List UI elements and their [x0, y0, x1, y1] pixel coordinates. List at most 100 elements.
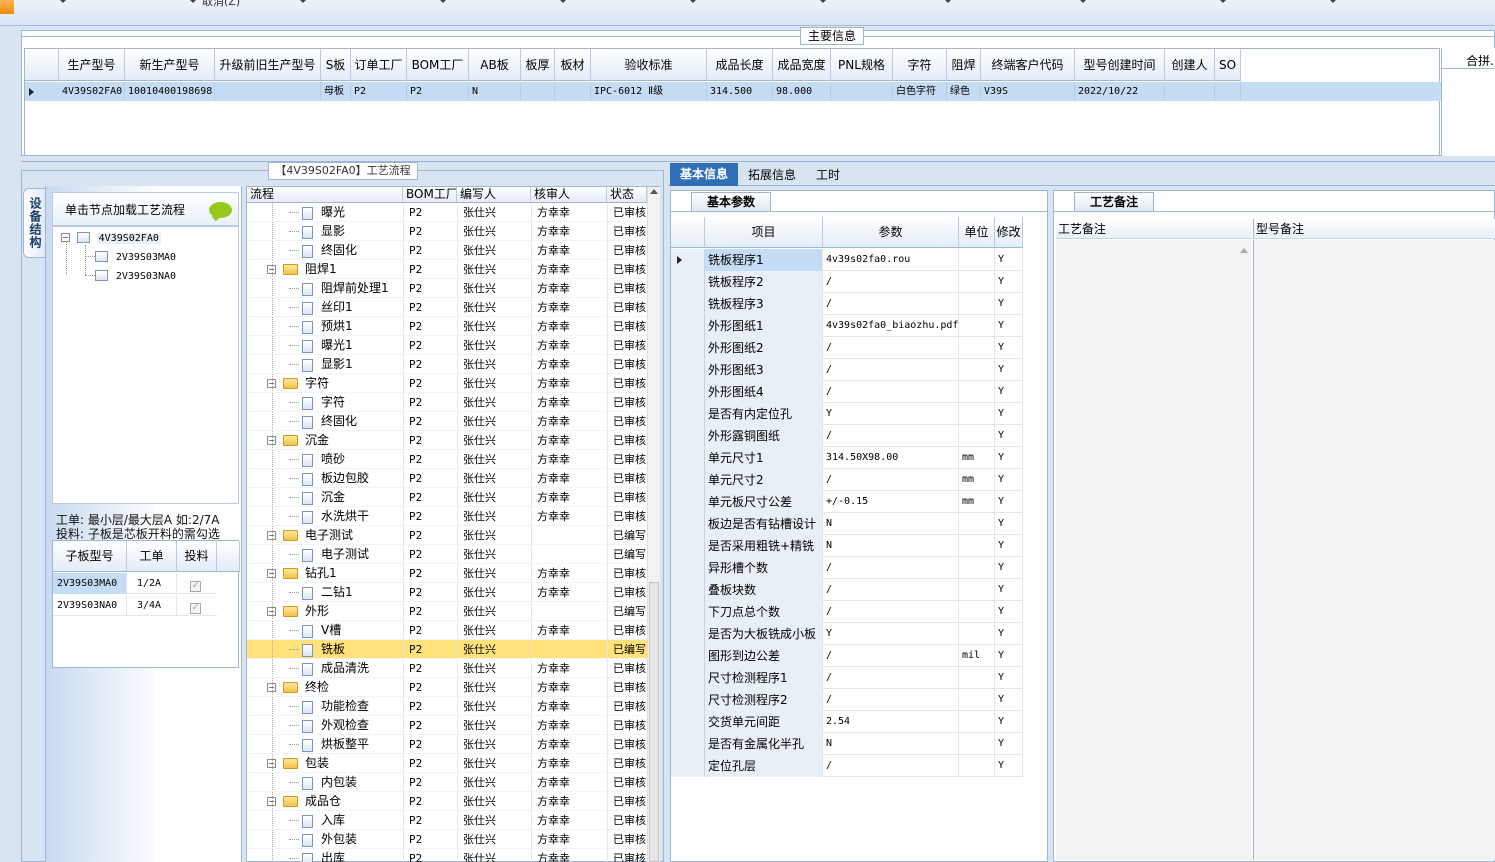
param-cell[interactable]: Y: [995, 535, 1023, 557]
tab-work-hours[interactable]: 工时: [808, 165, 848, 185]
param-cell[interactable]: [959, 601, 995, 623]
param-cell[interactable]: /: [823, 425, 959, 447]
param-row[interactable]: 单元尺寸2/mm Y: [671, 469, 1023, 491]
main-col-header[interactable]: 生产型号: [59, 49, 125, 81]
main-col-header[interactable]: 板厚: [521, 49, 555, 81]
param-cell[interactable]: 2.54: [823, 711, 959, 733]
param-cell[interactable]: /: [823, 667, 959, 689]
process-row[interactable]: 外包装 P2 张仕兴 方幸幸 已审核: [247, 830, 647, 849]
param-cell[interactable]: Y: [995, 491, 1023, 513]
main-col-header[interactable]: 验收标准: [591, 49, 707, 81]
param-cell[interactable]: /: [823, 755, 959, 777]
main-col-header[interactable]: 创建人: [1165, 49, 1215, 81]
param-cell[interactable]: /: [823, 469, 959, 491]
params-tab[interactable]: 基本参数: [691, 192, 771, 211]
param-cell[interactable]: /: [823, 579, 959, 601]
param-col-header[interactable]: 参数: [823, 217, 959, 248]
table-row[interactable]: 2V39S03MA0 1/2A ✓: [53, 573, 217, 594]
param-cell[interactable]: [959, 667, 995, 689]
notes-tab[interactable]: 工艺备注: [1074, 192, 1154, 211]
param-row[interactable]: 是否有金属化半孔 N Y: [671, 733, 1023, 755]
param-cell[interactable]: [959, 271, 995, 293]
param-cell[interactable]: Y: [995, 755, 1023, 777]
param-cell[interactable]: [959, 623, 995, 645]
process-row[interactable]: 字符 P2 张仕兴 方幸幸 已审核: [247, 393, 647, 412]
param-cell[interactable]: Y: [995, 513, 1023, 535]
param-cell[interactable]: N: [823, 535, 959, 557]
scroll-up-icon[interactable]: [650, 189, 658, 194]
process-row[interactable]: 曝光1 P2 张仕兴 方幸幸 已审核: [247, 336, 647, 355]
process-row[interactable]: − 钻孔1 P2 张仕兴 方幸幸 已审核: [247, 564, 647, 583]
main-col-header[interactable]: 字符: [893, 49, 947, 81]
tree-root-node[interactable]: − 4V39S02FA0: [61, 230, 161, 247]
main-col-header[interactable]: 型号创建时间: [1075, 49, 1165, 81]
param-cell[interactable]: Y: [995, 469, 1023, 491]
tab-extended-info[interactable]: 拓展信息: [742, 165, 802, 185]
param-row[interactable]: 是否有内定位孔 Y Y: [671, 403, 1023, 425]
param-cell[interactable]: [959, 381, 995, 403]
param-cell[interactable]: /: [823, 293, 959, 315]
process-row[interactable]: 功能检查 P2 张仕兴 方幸幸 已审核: [247, 697, 647, 716]
param-row[interactable]: 外形图纸3/ Y: [671, 359, 1023, 381]
feed-checkbox[interactable]: ✓: [190, 599, 201, 614]
param-cell[interactable]: [959, 359, 995, 381]
process-row[interactable]: − 外形 P2 张仕兴 已编写: [247, 602, 647, 621]
process-col-header[interactable]: 核审人: [531, 187, 607, 203]
param-cell[interactable]: Y: [995, 601, 1023, 623]
process-row[interactable]: − 成品仓 P2 张仕兴 方幸幸 已审核: [247, 792, 647, 811]
param-cell[interactable]: /: [823, 359, 959, 381]
param-row[interactable]: 下刀点总个数 / Y: [671, 601, 1023, 623]
notes-scroll-up-icon[interactable]: [1240, 248, 1248, 253]
process-row[interactable]: 外观检查 P2 张仕兴 方幸幸 已审核: [247, 716, 647, 735]
main-col-header[interactable]: 成品长度: [707, 49, 773, 81]
scroll-thumb[interactable]: [649, 582, 659, 862]
toolbar-arrow-icon[interactable]: [560, 0, 566, 3]
app-orange-button[interactable]: [0, 0, 14, 14]
toolbar-arrow-icon[interactable]: [1220, 0, 1226, 3]
param-row[interactable]: 异形槽个数 / Y: [671, 557, 1023, 579]
sub-col-header[interactable]: 工单: [127, 541, 177, 572]
main-col-header[interactable]: 升级前旧生产型号: [215, 49, 321, 81]
param-cell[interactable]: Y: [995, 249, 1023, 271]
main-col-header[interactable]: BOM工厂: [407, 49, 469, 81]
param-row[interactable]: 铣板程序3/ Y: [671, 293, 1023, 315]
model-notes-field[interactable]: [1253, 240, 1495, 860]
process-row[interactable]: 二钻1 P2 张仕兴 方幸幸 已审核: [247, 583, 647, 602]
param-row[interactable]: 铣板程序1 4v39s02fa0.rou Y: [671, 249, 1023, 271]
main-col-header[interactable]: S板: [321, 49, 351, 81]
toolbar-arrow-icon[interactable]: [190, 0, 196, 3]
param-cell[interactable]: [959, 249, 995, 271]
process-row[interactable]: 预烘1 P2 张仕兴 方幸幸 已审核: [247, 317, 647, 336]
param-cell[interactable]: Y: [995, 623, 1023, 645]
param-row[interactable]: 叠板块数 / Y: [671, 579, 1023, 601]
param-cell[interactable]: Y: [995, 689, 1023, 711]
param-row[interactable]: 是否为大板铣成小板 Y Y: [671, 623, 1023, 645]
param-row[interactable]: 外形图纸1 4v39s02fa0_biaozhu.pdf Y: [671, 315, 1023, 337]
param-cell[interactable]: /: [823, 557, 959, 579]
process-row[interactable]: 板边包胶 P2 张仕兴 方幸幸 已审核: [247, 469, 647, 488]
process-row[interactable]: 电子测试 P2 张仕兴 已编写: [247, 545, 647, 564]
param-cell[interactable]: N: [823, 733, 959, 755]
process-scrollbar[interactable]: [647, 187, 660, 862]
param-col-header[interactable]: 单位: [959, 217, 995, 248]
param-cell[interactable]: Y: [995, 733, 1023, 755]
collapse-icon[interactable]: −: [61, 233, 70, 242]
process-col-header[interactable]: 状态: [607, 187, 647, 203]
process-row[interactable]: 成品清洗 P2 张仕兴 方幸幸 已审核: [247, 659, 647, 678]
param-cell[interactable]: [959, 711, 995, 733]
process-row[interactable]: 出库 P2 张仕兴 方幸幸 已审核: [247, 849, 647, 862]
process-row[interactable]: − 终检 P2 张仕兴 方幸幸 已审核: [247, 678, 647, 697]
process-row[interactable]: 烘板整平 P2 张仕兴 方幸幸 已审核: [247, 735, 647, 754]
tree-child-node[interactable]: 2V39S03MA0: [95, 249, 176, 263]
param-cell[interactable]: [959, 733, 995, 755]
process-row[interactable]: 丝印1 P2 张仕兴 方幸幸 已审核: [247, 298, 647, 317]
process-row[interactable]: 水洗烘干 P2 张仕兴 方幸幸 已审核: [247, 507, 647, 526]
process-row[interactable]: 曝光 P2 张仕兴 方幸幸 已审核: [247, 203, 647, 222]
param-cell[interactable]: Y: [995, 557, 1023, 579]
param-cell[interactable]: N: [823, 513, 959, 535]
param-cell[interactable]: /: [823, 645, 959, 667]
param-col-header[interactable]: 修改: [995, 217, 1023, 248]
main-col-header[interactable]: AB板: [469, 49, 521, 81]
param-cell[interactable]: Y: [995, 293, 1023, 315]
param-cell[interactable]: [959, 293, 995, 315]
